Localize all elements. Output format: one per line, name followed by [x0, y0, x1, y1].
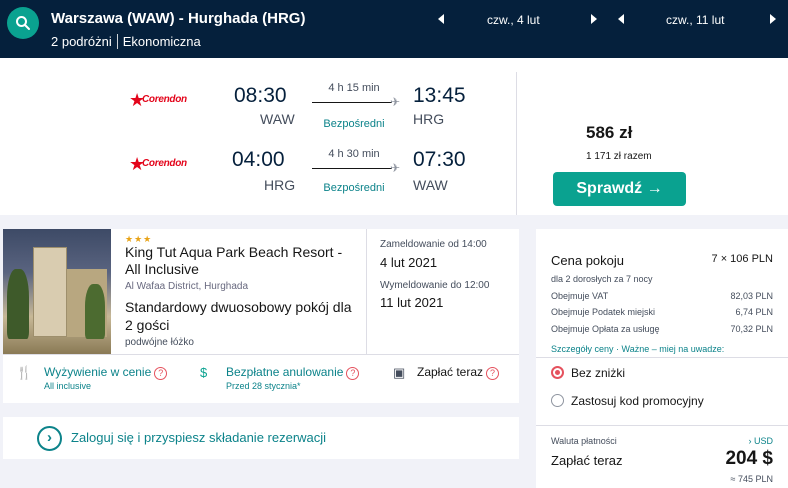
divider — [536, 425, 788, 426]
food-icon: 🍴 — [16, 365, 33, 380]
return-duration: 4 h 30 min — [328, 148, 380, 160]
search-details[interactable]: 2 podróżni Ekonomiczna — [51, 34, 201, 49]
price-row-label: Obejmuje Podatek miejski — [551, 307, 656, 317]
divider — [116, 34, 118, 49]
outbound-depart-code: WAW — [260, 111, 295, 127]
feature-cancellation-title: Bezpłatne anulowanie — [226, 365, 344, 379]
room-price-title: Cena pokoju — [551, 253, 624, 268]
return-date[interactable]: czw., 11 lut — [666, 13, 724, 27]
help-icon[interactable]: ? — [486, 367, 500, 380]
promo-code-label[interactable]: Zastosuj kod promocyjny — [571, 394, 704, 408]
plane-icon: ✈ — [390, 95, 401, 109]
plane-icon: ✈ — [390, 161, 401, 175]
no-discount-radio[interactable] — [551, 366, 564, 379]
help-icon[interactable]: ? — [346, 367, 360, 380]
outbound-date[interactable]: czw., 4 lut — [487, 13, 540, 27]
feature-meals-sub: All inclusive — [44, 381, 92, 391]
room-price-value: 7 × 106 PLN — [711, 253, 773, 265]
palm-tree — [7, 269, 29, 339]
hotel-building — [33, 247, 67, 337]
outbound-arrive-code: HRG — [413, 111, 445, 127]
no-discount-label[interactable]: Bez zniżki — [571, 366, 625, 380]
search-summary-bar: Warszawa (WAW) - Hurghada (HRG) 2 podróż… — [0, 0, 788, 58]
divider — [516, 72, 517, 215]
feature-pay-now-title: Zapłać teraz — [417, 365, 484, 379]
checkin-date: 4 lut 2021 — [380, 255, 438, 270]
price-row: Obejmuje VAT 82,03 PLN — [551, 291, 773, 301]
next-date-icon[interactable] — [591, 14, 597, 24]
route-title[interactable]: Warszawa (WAW) - Hurghada (HRG) — [51, 10, 305, 27]
price-row-label: Obejmuje VAT — [551, 291, 609, 301]
checkout-date: 11 lut 2021 — [380, 295, 444, 310]
pay-now-amount: 204 $ — [725, 448, 773, 469]
bed-type: podwójne łóżko — [125, 337, 194, 348]
corendon-logo: ★ Corendon — [129, 91, 189, 111]
check-button[interactable]: Sprawdź → — [553, 172, 686, 206]
return-arrive-code: WAW — [413, 177, 448, 193]
hotel-location: Al Wafaa District, Hurghada — [125, 281, 249, 292]
flight-price: 586 zł — [586, 123, 633, 142]
outbound-date-picker: czw., 4 lut — [438, 11, 600, 29]
previous-date-icon[interactable] — [438, 14, 444, 24]
pay-now-label: Zapłać teraz — [551, 453, 623, 468]
price-row: Obejmuje Podatek miejski 6,74 PLN — [551, 307, 773, 317]
feature-cancellation-sub: Przed 28 stycznia* — [226, 381, 301, 391]
price-row-value: 70,32 PLN — [730, 324, 773, 334]
currency-selector[interactable]: › USD — [749, 436, 774, 446]
previous-date-icon[interactable] — [618, 14, 624, 24]
search-icon — [16, 16, 30, 30]
room-price-subtitle: dla 2 dorosłych za 7 nocy — [551, 274, 653, 284]
outbound-arrive-time: 13:45 — [413, 84, 466, 107]
return-depart-time: 04:00 — [232, 148, 285, 171]
price-row-value: 6,74 PLN — [735, 307, 773, 317]
currency-label: Waluta płatności — [551, 436, 617, 446]
refund-icon: $ — [200, 365, 208, 380]
help-icon[interactable]: ? — [154, 367, 168, 380]
divider — [366, 229, 367, 354]
hotel-name[interactable]: King Tut Aqua Park Beach Resort - All In… — [125, 244, 355, 278]
room-name: Standardowy dwuosobowy pokój dla 2 gości — [125, 299, 352, 333]
palm-tree — [85, 284, 105, 339]
login-banner[interactable]: › Zaloguj się i przyspiesz składanie rez… — [3, 417, 519, 459]
pay-now-approx: ≈ 745 PLN — [730, 474, 773, 484]
login-link[interactable]: Zaloguj się i przyspiesz składanie rezer… — [71, 430, 326, 445]
price-details-link[interactable]: Szczegóły ceny · Ważne – miej na uwadze: — [551, 344, 724, 354]
return-stops: Bezpośredni — [323, 182, 385, 194]
edit-search-button[interactable] — [7, 7, 39, 39]
price-row-label: Obejmuje Opłata za usługę — [551, 324, 660, 334]
corendon-logo: ★ Corendon — [129, 155, 189, 175]
outbound-duration: 4 h 15 min — [328, 82, 380, 94]
route-line — [312, 168, 392, 169]
cabin-class: Ekonomiczna — [122, 34, 201, 49]
divider — [3, 354, 519, 355]
price-row-value: 82,03 PLN — [730, 291, 773, 301]
hotel-photo[interactable] — [3, 229, 111, 354]
return-arrive-time: 07:30 — [413, 148, 466, 171]
divider — [536, 357, 788, 358]
price-row: Obejmuje Opłata za usługę 70,32 PLN — [551, 324, 773, 334]
return-depart-code: HRG — [264, 177, 296, 193]
outbound-stops: Bezpośredni — [323, 118, 385, 130]
feature-meals-title: Wyżywienie w cenie — [44, 365, 152, 379]
chevron-right-icon: › — [37, 426, 62, 451]
wallet-icon: ▣ — [393, 365, 406, 380]
return-date-picker: czw., 11 lut — [618, 11, 780, 29]
outbound-depart-time: 08:30 — [234, 84, 287, 107]
route-line — [312, 102, 392, 103]
airline-name: Corendon — [142, 158, 187, 169]
promo-code-radio[interactable] — [551, 394, 564, 407]
travellers-count: 2 podróżni — [51, 34, 112, 49]
airline-name: Corendon — [142, 94, 187, 105]
flight-price-total: 1 171 zł razem — [586, 151, 652, 162]
next-date-icon[interactable] — [770, 14, 776, 24]
checkout-label: Wymeldowanie do 12:00 — [380, 280, 490, 291]
checkin-label: Zameldowanie od 14:00 — [380, 239, 487, 250]
